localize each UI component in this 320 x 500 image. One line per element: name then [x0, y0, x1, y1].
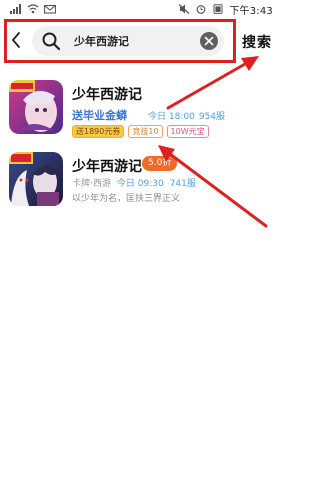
result-item[interactable]: 少年西游记 送毕业金蟒 今日 18:00 954服 送1890元券 竞技10 1…: [0, 78, 281, 150]
search-button[interactable]: 搜索: [242, 32, 272, 52]
signal-icon: [10, 4, 22, 14]
open-time: 今日 09:30: [116, 179, 164, 189]
game-icon: [9, 152, 63, 206]
game-title: 少年西游记: [72, 159, 142, 175]
annotation-arrows: [158, 56, 268, 228]
discount-badge: 5.0折: [142, 156, 178, 171]
mail-icon: [44, 4, 56, 14]
server-number: 954服: [198, 112, 225, 122]
game-icon: [9, 80, 63, 134]
clock-time: 下午3:43: [229, 5, 273, 17]
server-number: 741服: [169, 179, 196, 189]
result-item[interactable]: 少年西游记 5.0折 卡牌·西游 今日 09:30 741服 以少年为名，匡扶三…: [0, 150, 281, 214]
game-title: 少年西游记: [72, 87, 142, 103]
game-description: 以少年为名，匡扶三界正义: [72, 194, 181, 204]
wifi-icon: [27, 4, 39, 14]
battery-icon: [212, 4, 224, 14]
game-category: 卡牌·西游: [72, 179, 111, 189]
search-bar: 搜索: [0, 18, 281, 66]
tag-badge: 送1890元券: [72, 125, 125, 138]
alarm-icon: [195, 4, 207, 14]
open-time: 今日 18:00: [148, 112, 195, 122]
search-highlight-box: [4, 19, 236, 63]
tag-list: 送1890元券 竞技10 10W元宝: [72, 125, 209, 138]
server-info: 今日 18:00 954服: [148, 109, 225, 122]
mute-icon: [178, 4, 190, 14]
tag-badge: 10W元宝: [166, 125, 209, 138]
tag-badge: 竞技10: [128, 125, 163, 138]
promo-text: 送毕业金蟒: [72, 109, 127, 122]
status-bar: 下午3:43: [0, 0, 281, 18]
game-info: 卡牌·西游 今日 09:30 741服: [72, 176, 196, 189]
